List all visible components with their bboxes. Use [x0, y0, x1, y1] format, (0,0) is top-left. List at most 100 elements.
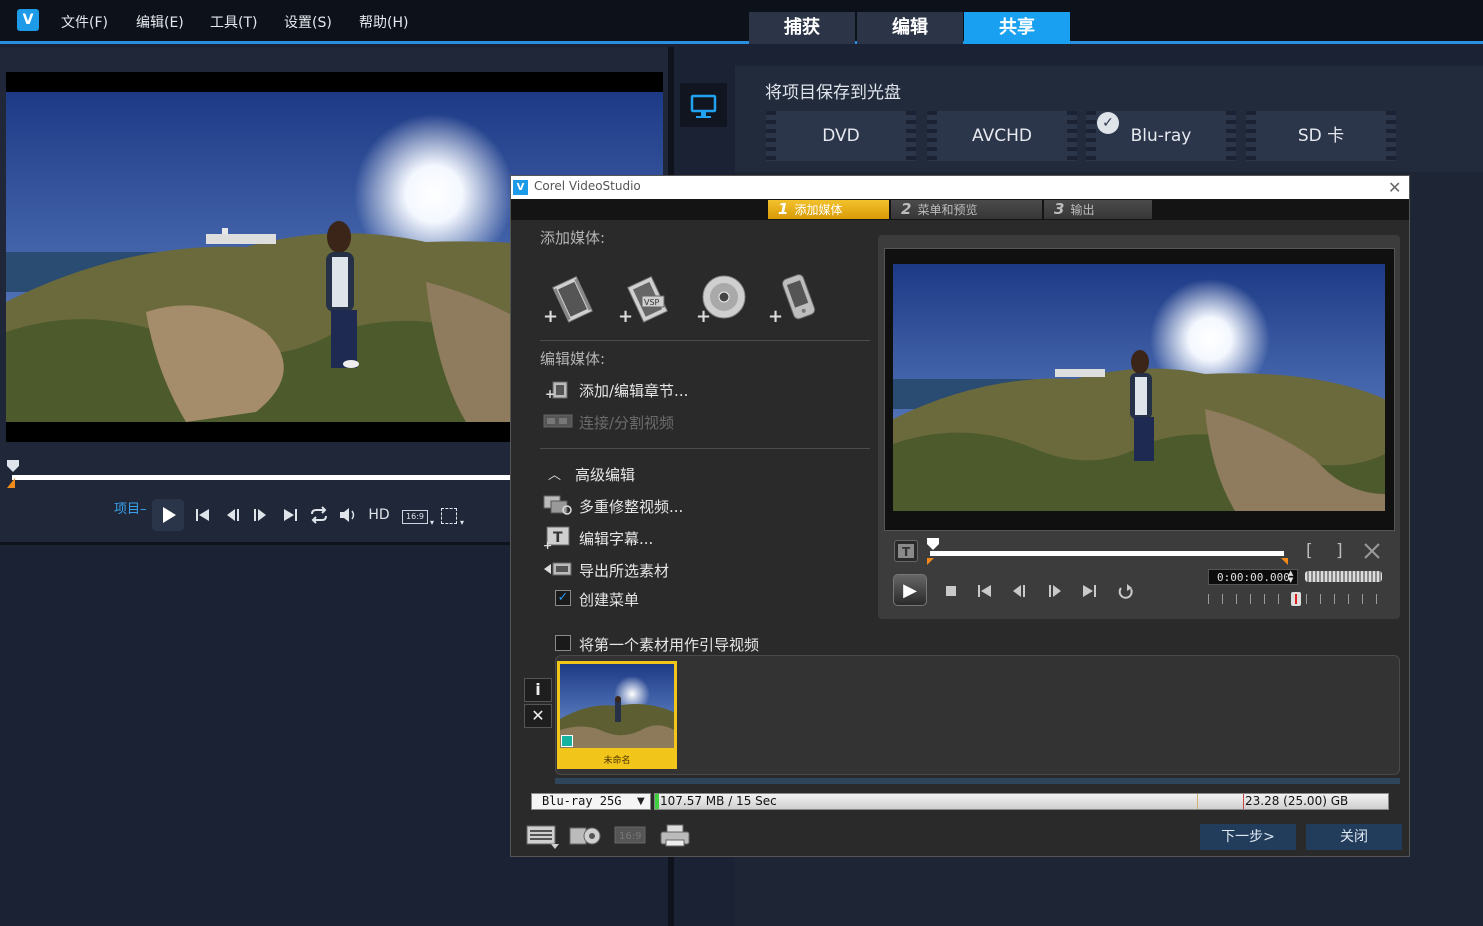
volume-button[interactable]: [337, 504, 359, 526]
skip-end-button[interactable]: [280, 504, 302, 526]
text-icon: T: [898, 544, 914, 559]
svg-text:T: T: [902, 545, 911, 559]
menu-edit[interactable]: 编辑(E): [136, 12, 184, 32]
mobile-device-icon: +: [768, 274, 816, 327]
step-menu-preview[interactable]: 2 菜单和预览: [891, 200, 1042, 219]
add-vsp-project-button[interactable]: VSP +: [616, 270, 672, 327]
step-2-label: 菜单和预览: [917, 203, 978, 217]
disc-type-select[interactable]: Blu-ray 25G: [531, 793, 651, 810]
stop-icon: [946, 586, 956, 596]
dvd-button[interactable]: DVD: [766, 111, 916, 161]
collapse-chevron-icon[interactable]: ︿: [548, 464, 561, 483]
menu-help[interactable]: 帮助(H): [359, 12, 408, 32]
add-video-button[interactable]: +: [541, 270, 597, 327]
strip-scrollbar[interactable]: [555, 778, 1400, 784]
step-back-button[interactable]: [223, 504, 245, 526]
bluray-label: Blu-ray: [1130, 126, 1192, 146]
crop-icon[interactable]: [441, 508, 457, 524]
step-forward-button[interactable]: [249, 504, 271, 526]
menu-settings[interactable]: 设置(S): [284, 12, 332, 32]
dialog-titlebar[interactable]: [511, 176, 1409, 199]
repeat-icon: [1118, 584, 1133, 599]
clip-delete-button[interactable]: ✕: [524, 704, 552, 728]
multi-trim-video-link[interactable]: 多重修整视频...: [579, 496, 683, 517]
timecode-spin-icon[interactable]: ▲ ▼: [1288, 570, 1293, 584]
disc-type-dropdown-icon[interactable]: ▼: [637, 796, 645, 807]
tab-edit[interactable]: 编辑: [857, 12, 963, 44]
computer-output-button[interactable]: [680, 83, 727, 127]
preview-step-back-button[interactable]: [1009, 580, 1031, 602]
skip-start-icon: [196, 509, 209, 521]
preview-step-forward-button[interactable]: [1044, 580, 1066, 602]
aspect-dropdown-icon[interactable]: ▾: [430, 518, 434, 527]
video-file-icon: +: [543, 275, 593, 327]
scissors-icon: [1364, 543, 1380, 559]
preview-stop-button[interactable]: [940, 580, 962, 602]
mark-in-button[interactable]: [: [1306, 541, 1313, 561]
export-selected-link[interactable]: 导出所选素材: [579, 560, 669, 581]
intro-video-checkbox[interactable]: [555, 635, 571, 651]
svg-text:+: +: [768, 306, 783, 326]
subtitle-icon: T +: [543, 526, 573, 552]
print-label-button[interactable]: [658, 822, 694, 850]
clip-info-button[interactable]: i: [524, 678, 552, 702]
close-button[interactable]: 关闭: [1306, 824, 1402, 850]
menu-file[interactable]: 文件(F): [61, 12, 108, 32]
repeat-button[interactable]: [308, 504, 330, 526]
media-clip-strip: [555, 655, 1400, 775]
step-add-media[interactable]: 1 添加媒体: [768, 200, 889, 219]
edit-subtitle-link[interactable]: 编辑字幕...: [579, 528, 653, 549]
skip-start-button[interactable]: [192, 504, 214, 526]
jog-wheel[interactable]: [1305, 571, 1382, 582]
used-size-text: 107.57 MB / 15 Sec: [660, 794, 777, 808]
add-disc-button[interactable]: +: [694, 270, 750, 327]
settings-list-icon: [526, 825, 559, 849]
left-timeline-track[interactable]: [12, 475, 512, 480]
add-edit-chapter-link[interactable]: 添加/编辑章节...: [579, 380, 688, 401]
advanced-edit-toggle[interactable]: 高级编辑: [575, 464, 635, 485]
play-button[interactable]: [152, 499, 184, 531]
tab-share[interactable]: 共享: [964, 12, 1070, 44]
dialog-title: Corel VideoStudio: [534, 179, 641, 193]
gear-icon: [569, 827, 601, 845]
svg-text:+: +: [696, 306, 711, 326]
crop-dropdown-icon[interactable]: ▾: [460, 518, 464, 527]
create-menu-checkbox[interactable]: ✓: [555, 590, 571, 606]
dialog-app-icon: V: [513, 180, 528, 195]
step-3-label: 输出: [1070, 203, 1095, 217]
timecode-display[interactable]: 0:00:00.000: [1208, 569, 1298, 585]
next-button[interactable]: 下一步>: [1200, 824, 1296, 850]
preview-play-button[interactable]: ▶: [893, 574, 927, 606]
preview-skip-start-button[interactable]: [974, 580, 996, 602]
sd-card-label: SD 卡: [1297, 126, 1345, 146]
shuttle-slider[interactable]: [1291, 592, 1301, 606]
skip-start-icon: [978, 585, 991, 597]
preview-timeline-track[interactable]: [930, 551, 1284, 556]
volume-icon: [340, 508, 355, 522]
sd-card-button[interactable]: SD 卡: [1246, 111, 1396, 161]
dialog-close-button[interactable]: ✕: [1388, 178, 1401, 197]
mark-out-button[interactable]: ]: [1336, 541, 1343, 561]
menu-tools[interactable]: 工具(T): [210, 12, 257, 32]
aspect-ratio-button[interactable]: 16:9: [402, 510, 428, 524]
tab-capture[interactable]: 捕获: [749, 12, 855, 44]
disc-capacity-fill: [655, 794, 659, 809]
printer-icon: [660, 824, 690, 847]
project-settings-button[interactable]: [525, 822, 561, 850]
avchd-button[interactable]: AVCHD: [927, 111, 1077, 161]
create-menu-label: 创建菜单: [579, 591, 640, 609]
export-clip-icon: [543, 559, 573, 581]
title-overlay-button[interactable]: T: [894, 540, 918, 562]
add-mobile-button[interactable]: +: [766, 270, 822, 327]
capacity-marker: [1197, 794, 1198, 809]
disc-settings-button[interactable]: [568, 822, 604, 850]
preview-skip-end-button[interactable]: [1079, 580, 1101, 602]
step-output[interactable]: 3 输出: [1044, 200, 1152, 219]
video-clip-badge-icon: [561, 735, 573, 747]
preview-repeat-button[interactable]: [1115, 580, 1137, 602]
project-mode-label[interactable]: 项目–: [114, 498, 147, 517]
cut-button[interactable]: [1362, 541, 1382, 561]
vsp-project-icon: VSP +: [618, 275, 668, 327]
svg-text:+: +: [545, 387, 555, 401]
hd-button[interactable]: HD: [366, 504, 392, 526]
